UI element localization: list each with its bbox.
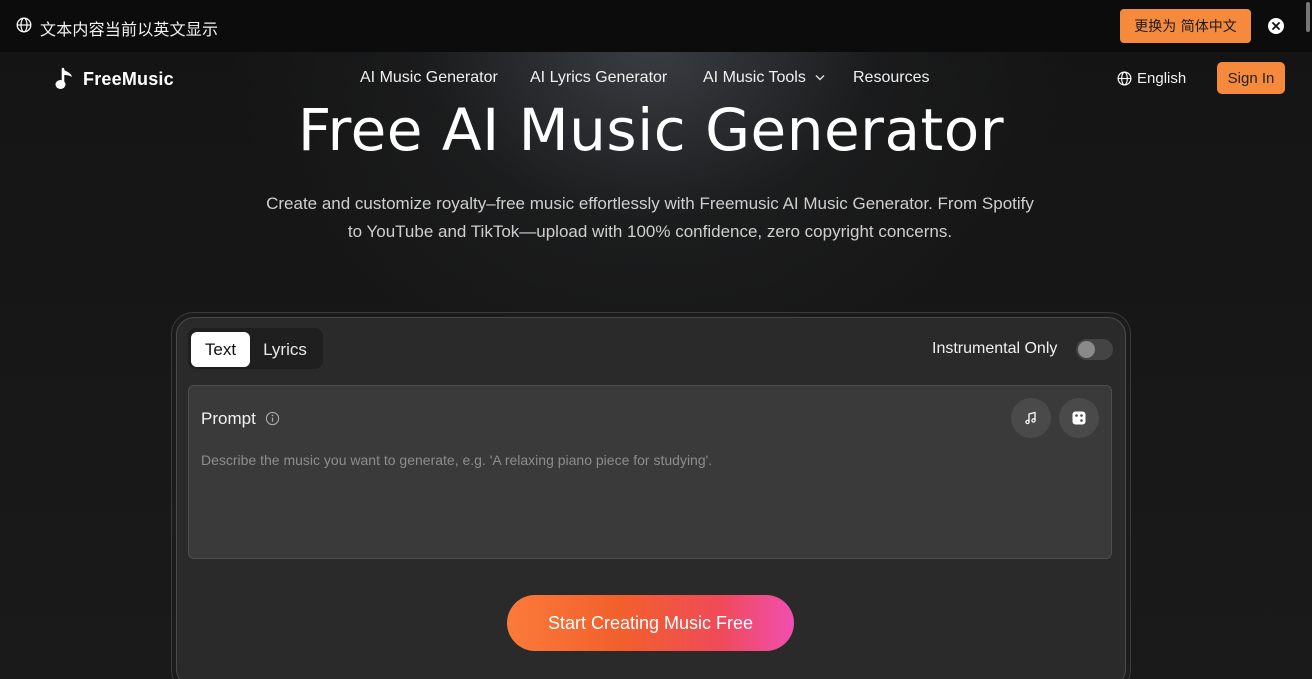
banner-message: 文本内容当前以英文显示 [40, 20, 219, 39]
tab-lyrics[interactable]: Lyrics [252, 332, 318, 367]
brand-name: FreeMusic [83, 68, 174, 89]
prompt-placeholder: Describe the music you want to generate,… [201, 452, 713, 468]
random-prompt-button[interactable] [1059, 398, 1099, 438]
close-banner-icon[interactable] [1268, 18, 1284, 34]
nav-ai-music-generator[interactable]: AI Music Generator [360, 69, 498, 87]
music-style-button[interactable] [1011, 398, 1051, 438]
switch-language-button[interactable]: 更换为 简体中文 [1120, 9, 1251, 43]
nav-ai-music-tools-label: AI Music Tools [703, 69, 806, 86]
nav-resources[interactable]: Resources [853, 69, 929, 87]
prompt-input[interactable] [188, 385, 1112, 559]
instrumental-label: Instrumental Only [932, 340, 1058, 357]
chevron-down-icon [815, 75, 825, 81]
globe-icon [1117, 71, 1132, 86]
info-icon[interactable] [265, 411, 280, 426]
globe-icon [16, 17, 32, 33]
brand-logo[interactable]: FreeMusic [55, 67, 174, 91]
language-label: English [1137, 70, 1187, 87]
nav-ai-music-tools[interactable]: AI Music Tools [703, 69, 825, 87]
toggle-knob [1078, 341, 1095, 358]
start-creating-button[interactable]: Start Creating Music Free [507, 595, 794, 651]
instrumental-toggle[interactable] [1076, 339, 1113, 360]
music-note-icon [55, 67, 72, 89]
language-selector[interactable]: English [1117, 70, 1186, 87]
page: 文本内容当前以英文显示 更换为 简体中文 FreeMusic AI Music … [0, 0, 1312, 679]
dice-icon [1072, 411, 1086, 425]
nav-ai-lyrics-generator[interactable]: AI Lyrics Generator [530, 69, 667, 87]
prompt-label: Prompt [201, 409, 256, 428]
sign-in-button[interactable]: Sign In [1217, 62, 1285, 94]
page-title: Free AI Music Generator [297, 96, 1005, 164]
music-note-plus-icon [1025, 411, 1036, 425]
tab-text[interactable]: Text [191, 332, 250, 367]
translation-banner: 文本内容当前以英文显示 更换为 简体中文 [0, 0, 1312, 52]
hero-subtitle: Create and customize royalty–free music … [266, 194, 1034, 241]
scrollbar[interactable] [1306, 2, 1310, 32]
